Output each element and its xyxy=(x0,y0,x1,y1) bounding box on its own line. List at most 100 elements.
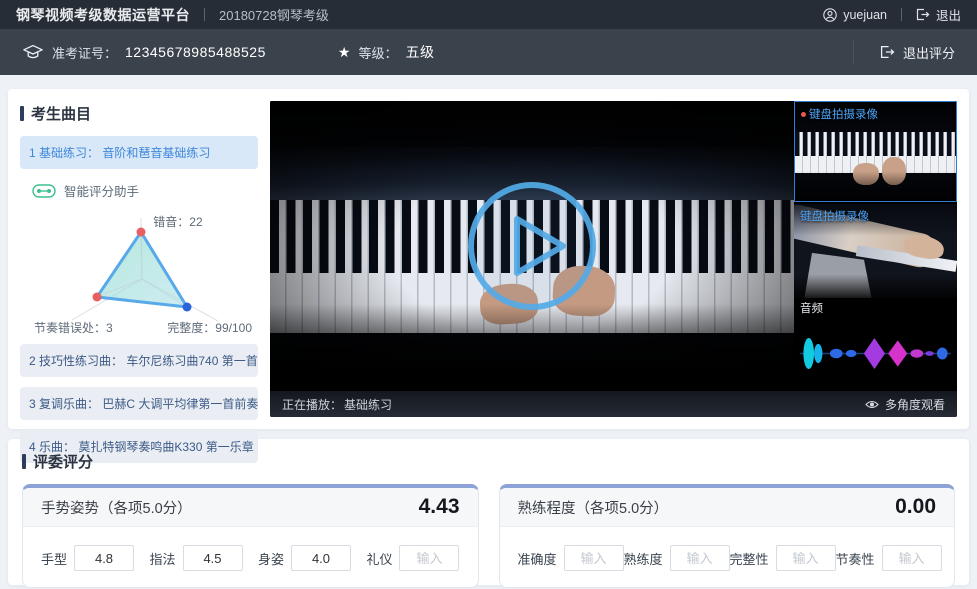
audio-waveform-svg xyxy=(796,320,955,387)
scoring-title-text: 评委评分 xyxy=(33,451,93,472)
level-group: ★ 等级： 五级 xyxy=(338,42,435,62)
logout-label: 退出 xyxy=(936,5,961,24)
section-title-bar xyxy=(20,106,24,121)
recording-indicator-icon xyxy=(801,112,806,117)
proficiency-input[interactable] xyxy=(670,545,730,571)
completeness-label: 完整度： xyxy=(167,321,215,335)
star-icon: ★ xyxy=(338,45,351,59)
audio-waveform xyxy=(794,316,957,391)
fingering-input[interactable] xyxy=(183,545,243,571)
level-label: 等级： xyxy=(358,43,397,62)
thumbnail-1-label-row: 键盘拍摄录像 xyxy=(801,106,878,122)
field-hand-shape: 手型 xyxy=(41,545,134,571)
rhythm-errors-label: 节奏错误处： xyxy=(34,321,106,335)
assistant-link-icon xyxy=(32,184,56,198)
etiquette-label: 礼仪 xyxy=(366,549,392,568)
audio-track-label: 音频 xyxy=(794,298,957,316)
level-value: 五级 xyxy=(405,42,434,62)
posture-input[interactable] xyxy=(291,545,351,571)
proficiency-panel-title: 熟练程度（各项5.0分） xyxy=(518,497,669,518)
gesture-panel-header: 手势姿势（各项5.0分） 4.43 xyxy=(23,488,478,527)
hand-shape-label: 手型 xyxy=(41,549,67,568)
playlist-item-3[interactable]: 3 复调乐曲： 巴赫C 大调平均律第一首前奏曲 xyxy=(20,387,258,420)
ticket-group: 准考证号： 12345678985488525 xyxy=(22,43,266,62)
smart-score-assistant[interactable]: 智能评分助手 xyxy=(20,179,258,208)
app-title: 钢琴视频考级数据运营平台 xyxy=(16,5,190,25)
ticket-number: 12345678985488525 xyxy=(125,44,266,60)
logout-icon xyxy=(916,8,930,21)
header-divider-2 xyxy=(901,8,902,21)
main-video-surface[interactable] xyxy=(270,101,794,391)
exam-info-left: 准考证号： 12345678985488525 ★ 等级： 五级 xyxy=(22,42,434,62)
user-icon xyxy=(823,8,837,22)
eye-icon xyxy=(865,399,879,410)
wrong-notes-value: 22 xyxy=(189,215,202,229)
user-menu[interactable]: yuejuan xyxy=(823,8,887,22)
field-rhythm: 节奏性 xyxy=(836,545,942,571)
completeness-value: 99/100 xyxy=(215,321,252,335)
exit-scoring-label: 退出评分 xyxy=(903,43,955,62)
rhythm-input[interactable] xyxy=(882,545,942,571)
accuracy-input[interactable] xyxy=(564,545,624,571)
field-etiquette: 礼仪 xyxy=(366,545,459,571)
proficiency-panel: 熟练程度（各项5.0分） 0.00 准确度 熟练度 完整性 xyxy=(499,484,956,588)
thumbnail-1-label: 键盘拍摄录像 xyxy=(809,106,878,122)
field-completeness: 完整性 xyxy=(730,545,836,571)
session-title: 20180728钢琴考级 xyxy=(219,5,329,24)
radar-label-rhythm-errors: 节奏错误处：3 xyxy=(34,319,113,336)
header-right: yuejuan 退出 xyxy=(823,5,961,24)
multi-angle-label: 多角度观看 xyxy=(885,396,945,413)
rhythm-errors-value: 3 xyxy=(106,321,113,335)
field-proficiency: 熟练度 xyxy=(624,545,730,571)
gesture-panel-body: 手型 指法 身姿 礼仪 xyxy=(23,527,478,587)
thumbnail-keyboard-side-view[interactable]: 键盘拍摄录像 xyxy=(794,204,957,298)
now-playing: 正在播放： 基础练习 xyxy=(282,396,392,413)
now-playing-value: 基础练习 xyxy=(344,396,392,413)
etiquette-input[interactable] xyxy=(399,545,459,571)
completeness-input[interactable] xyxy=(776,545,836,571)
posture-label: 身姿 xyxy=(258,549,284,568)
field-accuracy: 准确度 xyxy=(518,545,624,571)
player-control-bar: 正在播放： 基础练习 多角度观看 xyxy=(270,391,957,417)
radar-chart-svg xyxy=(20,208,258,336)
graduation-cap-icon xyxy=(22,43,44,61)
gesture-panel-total: 4.43 xyxy=(419,495,460,519)
exit-scoring-icon xyxy=(880,45,895,59)
gesture-posture-panel: 手势姿势（各项5.0分） 4.43 手型 指法 身姿 xyxy=(22,484,479,588)
completeness-field-label: 完整性 xyxy=(730,549,769,568)
proficiency-panel-body: 准确度 熟练度 完整性 节奏性 xyxy=(500,527,955,587)
exam-info-bar: 准考证号： 12345678985488525 ★ 等级： 五级 退出评分 xyxy=(0,29,977,75)
wrong-notes-label: 错音： xyxy=(153,215,189,229)
section-title-bar xyxy=(22,454,26,469)
exit-scoring-button[interactable]: 退出评分 xyxy=(853,40,955,64)
header-left: 钢琴视频考级数据运营平台 20180728钢琴考级 xyxy=(16,5,329,25)
proficiency-panel-header: 熟练程度（各项5.0分） 0.00 xyxy=(500,488,955,527)
playlist-sidebar: 考生曲目 1 基础练习： 音阶和琶音基础练习 智能评分助手 xyxy=(20,101,258,417)
radar-chart: 错音：22 节奏错误处：3 完整度：99/100 xyxy=(20,208,258,336)
playlist-item-2[interactable]: 2 技巧性练习曲： 车尔尼练习曲740 第一首 xyxy=(20,344,258,377)
hand-shape-input[interactable] xyxy=(74,545,134,571)
rhythm-label: 节奏性 xyxy=(836,549,875,568)
gesture-panel-title: 手势姿势（各项5.0分） xyxy=(41,497,192,518)
logout-button[interactable]: 退出 xyxy=(916,5,961,24)
radar-label-wrong-notes: 错音：22 xyxy=(153,213,202,230)
assistant-label: 智能评分助手 xyxy=(64,181,139,200)
proficiency-panel-total: 0.00 xyxy=(895,495,936,519)
thumbnail-2-label: 键盘拍摄录像 xyxy=(800,208,869,224)
angle-thumbnails-column: 键盘拍摄录像 键盘拍摄录像 xyxy=(794,101,957,391)
multi-angle-button[interactable]: 多角度观看 xyxy=(865,396,945,413)
playlist-title-text: 考生曲目 xyxy=(31,103,91,124)
play-button-icon[interactable] xyxy=(461,175,603,317)
ticket-label: 准考证号： xyxy=(52,43,117,62)
main-content: 考生曲目 1 基础练习： 音阶和琶音基础练习 智能评分助手 xyxy=(0,75,977,585)
app-header: 钢琴视频考级数据运营平台 20180728钢琴考级 yuejuan 退出 xyxy=(0,0,977,29)
playlist-item-1[interactable]: 1 基础练习： 音阶和琶音基础练习 xyxy=(20,136,258,169)
thumbnail-keyboard-top-view[interactable]: 键盘拍摄录像 xyxy=(794,101,957,202)
radar-label-completeness: 完整度：99/100 xyxy=(167,319,252,336)
now-playing-label: 正在播放： xyxy=(282,396,342,413)
thumbnail-2-label-row: 键盘拍摄录像 xyxy=(800,208,869,224)
exam-media-card: 考生曲目 1 基础练习： 音阶和琶音基础练习 智能评分助手 xyxy=(8,89,969,429)
video-row: 键盘拍摄录像 键盘拍摄录像 xyxy=(270,101,957,391)
header-divider xyxy=(204,8,205,21)
field-fingering: 指法 xyxy=(149,545,242,571)
